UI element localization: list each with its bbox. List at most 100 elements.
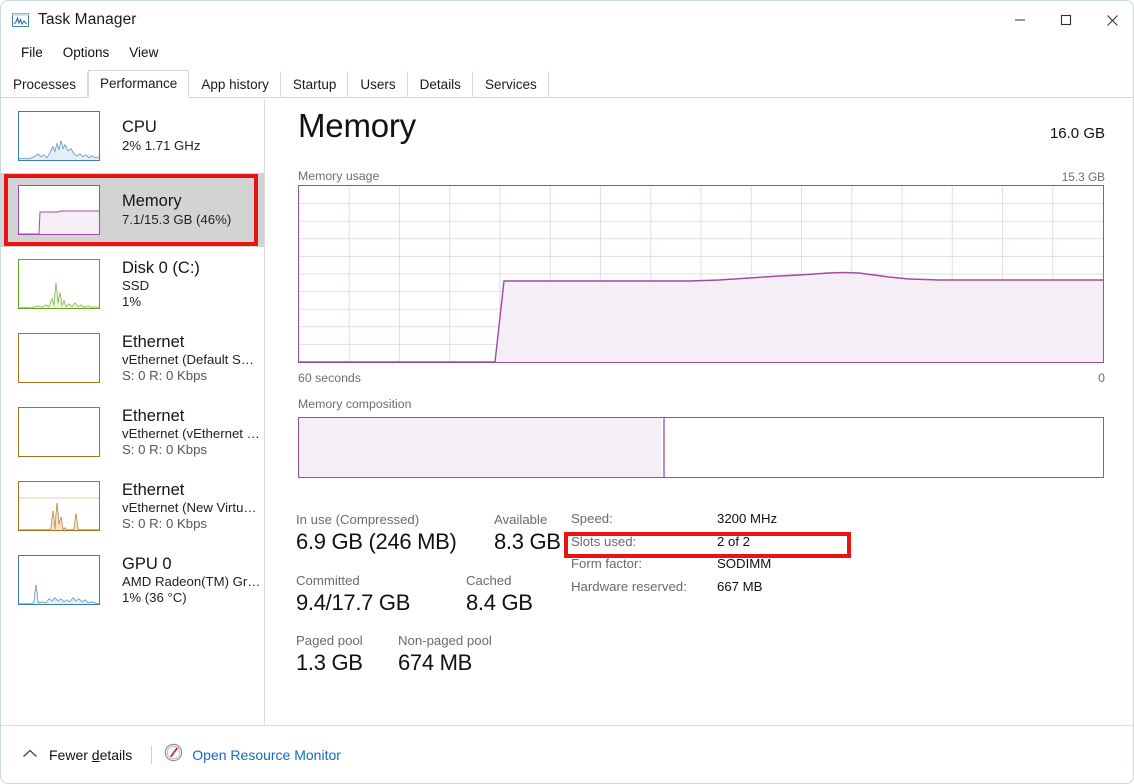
chevron-up-icon (22, 746, 38, 763)
tab-app-history[interactable]: App history (189, 71, 281, 98)
detail-key: Slots used: (571, 533, 637, 549)
detail-speed: Speed: 3200 MHz (571, 511, 821, 534)
tab-users[interactable]: Users (348, 71, 408, 98)
close-button[interactable] (1089, 1, 1133, 39)
memory-composition-label: Memory composition (298, 397, 412, 411)
total-memory-value: 16.0 GB (1049, 125, 1105, 142)
title-bar: Task Manager (1, 1, 1133, 39)
disk-mini-graph (18, 259, 100, 309)
stat-value: 674 MB (398, 650, 473, 676)
stat-value: 1.3 GB (296, 650, 363, 676)
stat-cached: Cached 8.4 GB (466, 572, 533, 617)
tab-services[interactable]: Services (473, 71, 549, 98)
memory-usage-graph-svg (299, 186, 1103, 362)
sidebar-item-text: Ethernet vEthernet (vEthernet … S: 0 R: … (122, 407, 260, 458)
gpu-mini-graph (18, 555, 100, 605)
tab-strip: Processes Performance App history Startu… (1, 68, 1133, 98)
sidebar-item-title: GPU 0 (122, 554, 172, 573)
minimize-button[interactable] (997, 1, 1043, 39)
detail-key: Form factor: (571, 556, 643, 571)
menu-options[interactable]: Options (53, 42, 120, 63)
sidebar-item-line2: vEthernet (vEthernet … (122, 426, 260, 442)
task-manager-window: Task Manager File Options View Processes… (0, 0, 1134, 784)
stat-label: Committed (296, 572, 360, 588)
sidebar-item-line2: 7.1/15.3 GB (46%) (122, 211, 232, 227)
stat-value: 8.4 GB (466, 589, 533, 615)
sidebar-item-title: Ethernet (122, 332, 185, 351)
memory-composition-bar (298, 417, 1104, 478)
sidebar-item-text: Disk 0 (C:) SSD 1% (122, 259, 200, 310)
sidebar-item-text: CPU 2% 1.71 GHz (122, 118, 200, 153)
graph-axis-right-label: 0 (1098, 371, 1105, 385)
stat-label: Available (494, 512, 548, 527)
memory-usage-graph (298, 185, 1104, 363)
fewer-details-accel: d (91, 746, 100, 763)
memory-usage-max: 15.3 GB (1061, 170, 1105, 184)
sidebar-item-text: Ethernet vEthernet (Default S… S: 0 R: 0… (122, 333, 254, 384)
sidebar-item-ethernet-1[interactable]: Ethernet vEthernet (Default S… S: 0 R: 0… (1, 321, 264, 395)
sidebar-item-line3: 1% (122, 293, 142, 309)
sidebar-item-cpu[interactable]: CPU 2% 1.71 GHz (1, 99, 264, 173)
cpu-mini-graph (18, 111, 100, 161)
stat-row: In use (Compressed) 6.9 GB (246 MB) Avai… (296, 511, 586, 556)
sidebar-item-ethernet-3[interactable]: Ethernet vEthernet (New Virtu… S: 0 R: 0… (1, 469, 264, 543)
sidebar-item-text: Memory 7.1/15.3 GB (46%) (122, 192, 231, 227)
fewer-details-button[interactable]: Fewer details (15, 741, 139, 768)
detail-value: 667 MB (717, 578, 763, 594)
tab-startup[interactable]: Startup (281, 71, 349, 98)
sidebar-item-line2: SSD (122, 278, 150, 294)
stat-value: 6.9 GB (246 MB) (296, 529, 457, 555)
stat-non-paged-pool: Non-paged pool 674 MB (398, 632, 492, 677)
sidebar-item-title: Disk 0 (C:) (122, 258, 200, 277)
status-bar: Fewer details Open Resource Monitor (1, 725, 1133, 783)
stat-row: Committed 9.4/17.7 GB Cached 8.4 GB (296, 572, 586, 617)
stat-paged-pool: Paged pool 1.3 GB (296, 632, 398, 677)
stat-label: In use (Compressed) (296, 512, 420, 527)
memory-details-group: Speed: 3200 MHz Slots used: 2 of 2 Form … (564, 511, 851, 602)
fewer-details-post: etails (99, 746, 133, 763)
memory-mini-graph (18, 185, 100, 235)
ethernet-mini-graph (18, 407, 100, 457)
stat-label: Paged pool (296, 633, 363, 649)
sidebar-item-title: Memory (122, 192, 182, 211)
menu-file[interactable]: File (11, 42, 53, 63)
panel-header: Memory 16.0 GB (266, 99, 1133, 157)
detail-key: Speed: (571, 511, 613, 526)
sidebar-item-line3: S: 0 R: 0 Kbps (122, 367, 208, 383)
sidebar-item-ethernet-2[interactable]: Ethernet vEthernet (vEthernet … S: 0 R: … (1, 395, 264, 469)
resource-sidebar: CPU 2% 1.71 GHz Memory 7.1/15.3 GB (46%) (1, 99, 265, 725)
window-title: Task Manager (38, 11, 137, 28)
page-title: Memory (298, 107, 416, 144)
maximize-button[interactable] (1043, 1, 1089, 39)
menu-bar: File Options View (1, 39, 1133, 65)
sidebar-item-line3: S: 0 R: 0 Kbps (122, 441, 208, 457)
sidebar-item-line2: vEthernet (New Virtu… (122, 500, 257, 516)
stat-available: Available 8.3 GB (494, 511, 561, 556)
open-resource-monitor-link[interactable]: Open Resource Monitor (164, 743, 341, 767)
ethernet-mini-graph (18, 481, 100, 531)
task-manager-icon (11, 11, 29, 29)
sidebar-item-gpu-0[interactable]: GPU 0 AMD Radeon(TM) Gr… 1% (36 °C) (1, 543, 264, 617)
sidebar-item-text: GPU 0 AMD Radeon(TM) Gr… 1% (36 °C) (122, 555, 261, 606)
memory-detail-panel: Memory 16.0 GB Memory usage 15.3 GB 60 s… (266, 99, 1133, 725)
menu-view[interactable]: View (119, 42, 168, 63)
fewer-details-label: Fewer details (49, 747, 132, 763)
tab-processes[interactable]: Processes (1, 71, 89, 98)
stat-label: Cached (466, 572, 512, 588)
stat-value: 9.4/17.7 GB (296, 589, 411, 615)
detail-value: SODIMM (717, 556, 772, 571)
stat-row: Paged pool 1.3 GB Non-paged pool 674 MB (296, 632, 586, 677)
sidebar-item-disk-0[interactable]: Disk 0 (C:) SSD 1% (1, 247, 264, 321)
footer-divider (151, 745, 153, 764)
sidebar-item-line3: 1% (36 °C) (122, 589, 187, 605)
sidebar-item-text: Ethernet vEthernet (New Virtu… S: 0 R: 0… (122, 481, 257, 532)
sidebar-item-title: Ethernet (122, 480, 185, 499)
sidebar-item-memory[interactable]: Memory 7.1/15.3 GB (46%) (1, 173, 264, 247)
sidebar-item-title: Ethernet (122, 406, 185, 425)
detail-hardware-reserved: Hardware reserved: 667 MB (571, 579, 821, 602)
composition-inuse-segment (299, 418, 661, 477)
graph-area-fill (495, 272, 1103, 362)
tab-performance[interactable]: Performance (88, 70, 190, 98)
tab-details[interactable]: Details (408, 71, 473, 98)
stat-label: Non-paged pool (398, 633, 492, 649)
